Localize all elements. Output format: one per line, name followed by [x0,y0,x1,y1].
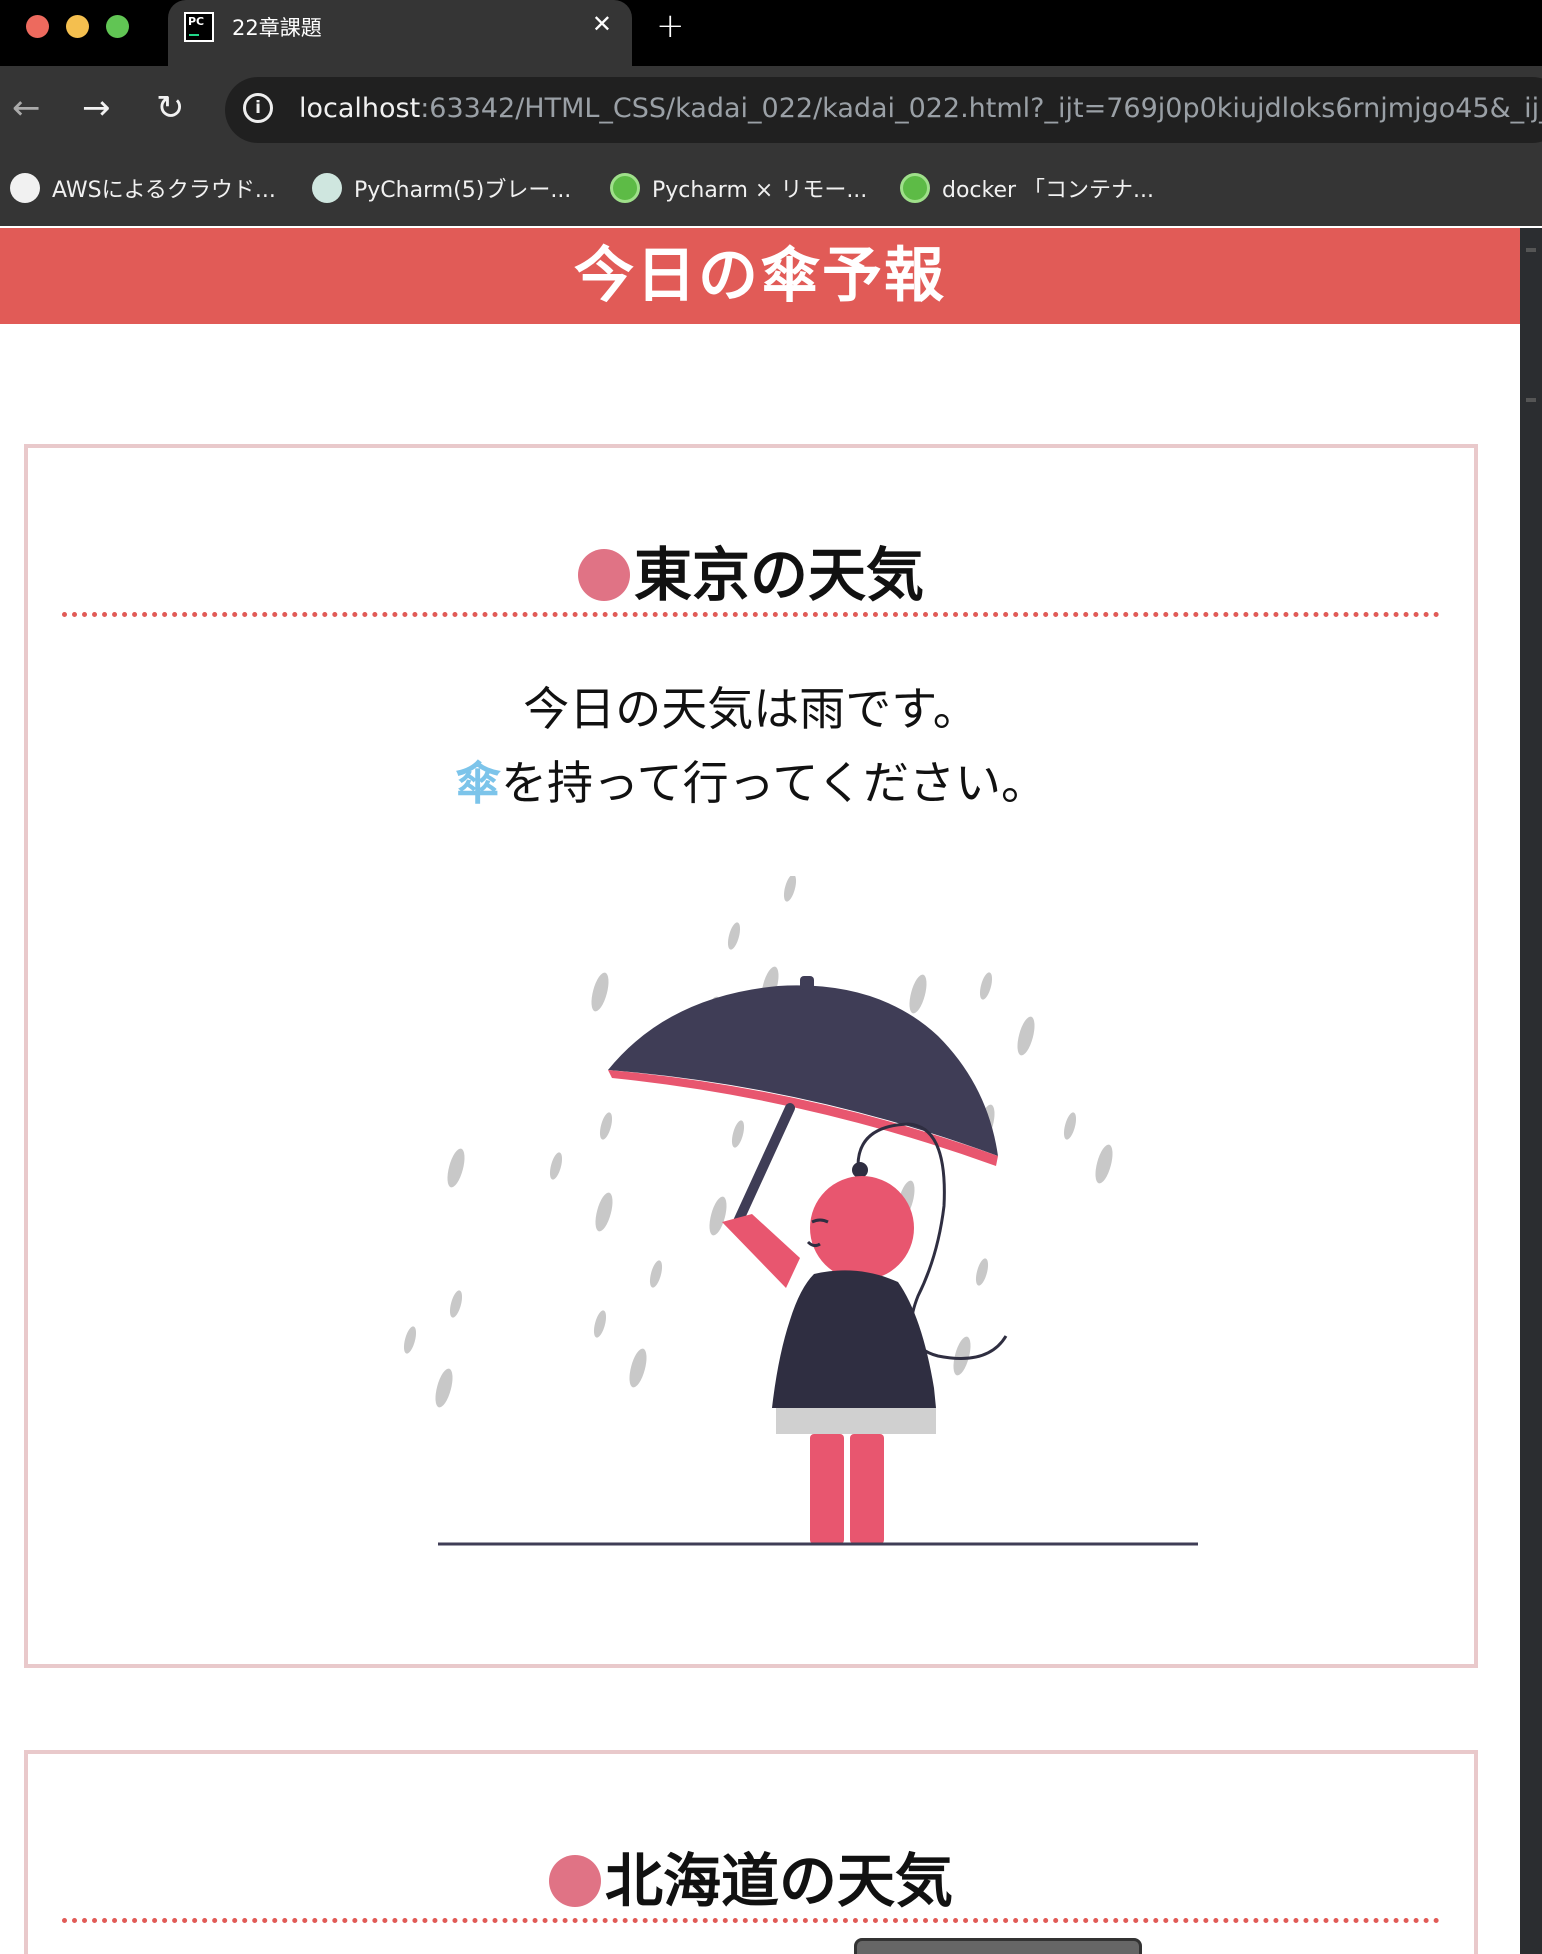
tab-title: 22章課題 [232,16,322,40]
new-tab-button[interactable]: + [656,6,685,46]
page-header: 今日の傘予報 [0,228,1520,324]
weather-message: 今日の天気は雨です。 [523,682,979,736]
pycharm-site-icon [312,173,342,203]
forward-button[interactable]: → [82,88,111,128]
umbrella [608,976,998,1231]
weather-card-hokkaido: 北海道の天気 [24,1750,1478,1954]
dotted-divider [62,1918,1440,1923]
title-dot-icon [548,1854,601,1907]
window-close-button[interactable] [26,15,49,38]
panel-marker [1526,248,1536,252]
site-info-icon[interactable]: i [243,93,273,123]
person [722,1122,1008,1544]
browser-tab[interactable]: PC 22章課題 ✕ [168,0,632,66]
title-dot-icon [577,548,630,601]
bookmarks-bar: AWSによるクラウド... PyCharm(5)ブレー... Pycharm ×… [0,158,1542,218]
pycharm-favicon-icon: PC [184,12,214,42]
panel-marker [1526,398,1536,402]
window-minimize-button[interactable] [66,15,89,38]
url-text[interactable]: localhost:63342/HTML_CSS/kadai_022/kadai… [299,93,1542,124]
umbrella-highlight: 傘 [454,756,501,810]
umbrella-advice: 傘を持って行ってください。 [454,756,1048,810]
rainy-day-illustration [403,876,1198,1546]
bookmark-docker[interactable]: docker 「コンテナ... [900,172,1154,206]
bookmark-pycharm5[interactable]: PyCharm(5)ブレー... [312,172,571,206]
green-ring-icon [900,173,930,203]
web-page: 今日の傘予報 東京の天気 今日の天気は雨です。 傘を持って行ってください。 北海… [0,228,1520,1954]
globe-icon [10,173,40,203]
green-ring-icon [610,173,640,203]
dotted-divider [62,612,1440,617]
window-maximize-button[interactable] [106,15,129,38]
bookmark-pycharm-remote[interactable]: Pycharm × リモー... [610,172,867,206]
tab-strip: PC 22章課題 ✕ + [0,0,1542,66]
tab-close-icon[interactable]: ✕ [592,10,612,38]
address-bar[interactable]: i localhost:63342/HTML_CSS/kadai_022/kad… [225,77,1542,143]
section-title: 東京の天気 [28,528,1474,612]
browser-toolbar: ← → ↻ i localhost:63342/HTML_CSS/kadai_0… [0,66,1542,226]
partially-visible-element [854,1938,1142,1954]
reload-button[interactable]: ↻ [156,88,185,128]
raindrops [403,876,1113,1408]
back-button[interactable]: ← [12,88,41,128]
devtools-side-panel [1520,228,1542,1954]
bookmark-aws[interactable]: AWSによるクラウド... [10,172,276,206]
section-title: 北海道の天気 [28,1834,1474,1918]
weather-card-tokyo: 東京の天気 今日の天気は雨です。 傘を持って行ってください。 [24,444,1478,1668]
